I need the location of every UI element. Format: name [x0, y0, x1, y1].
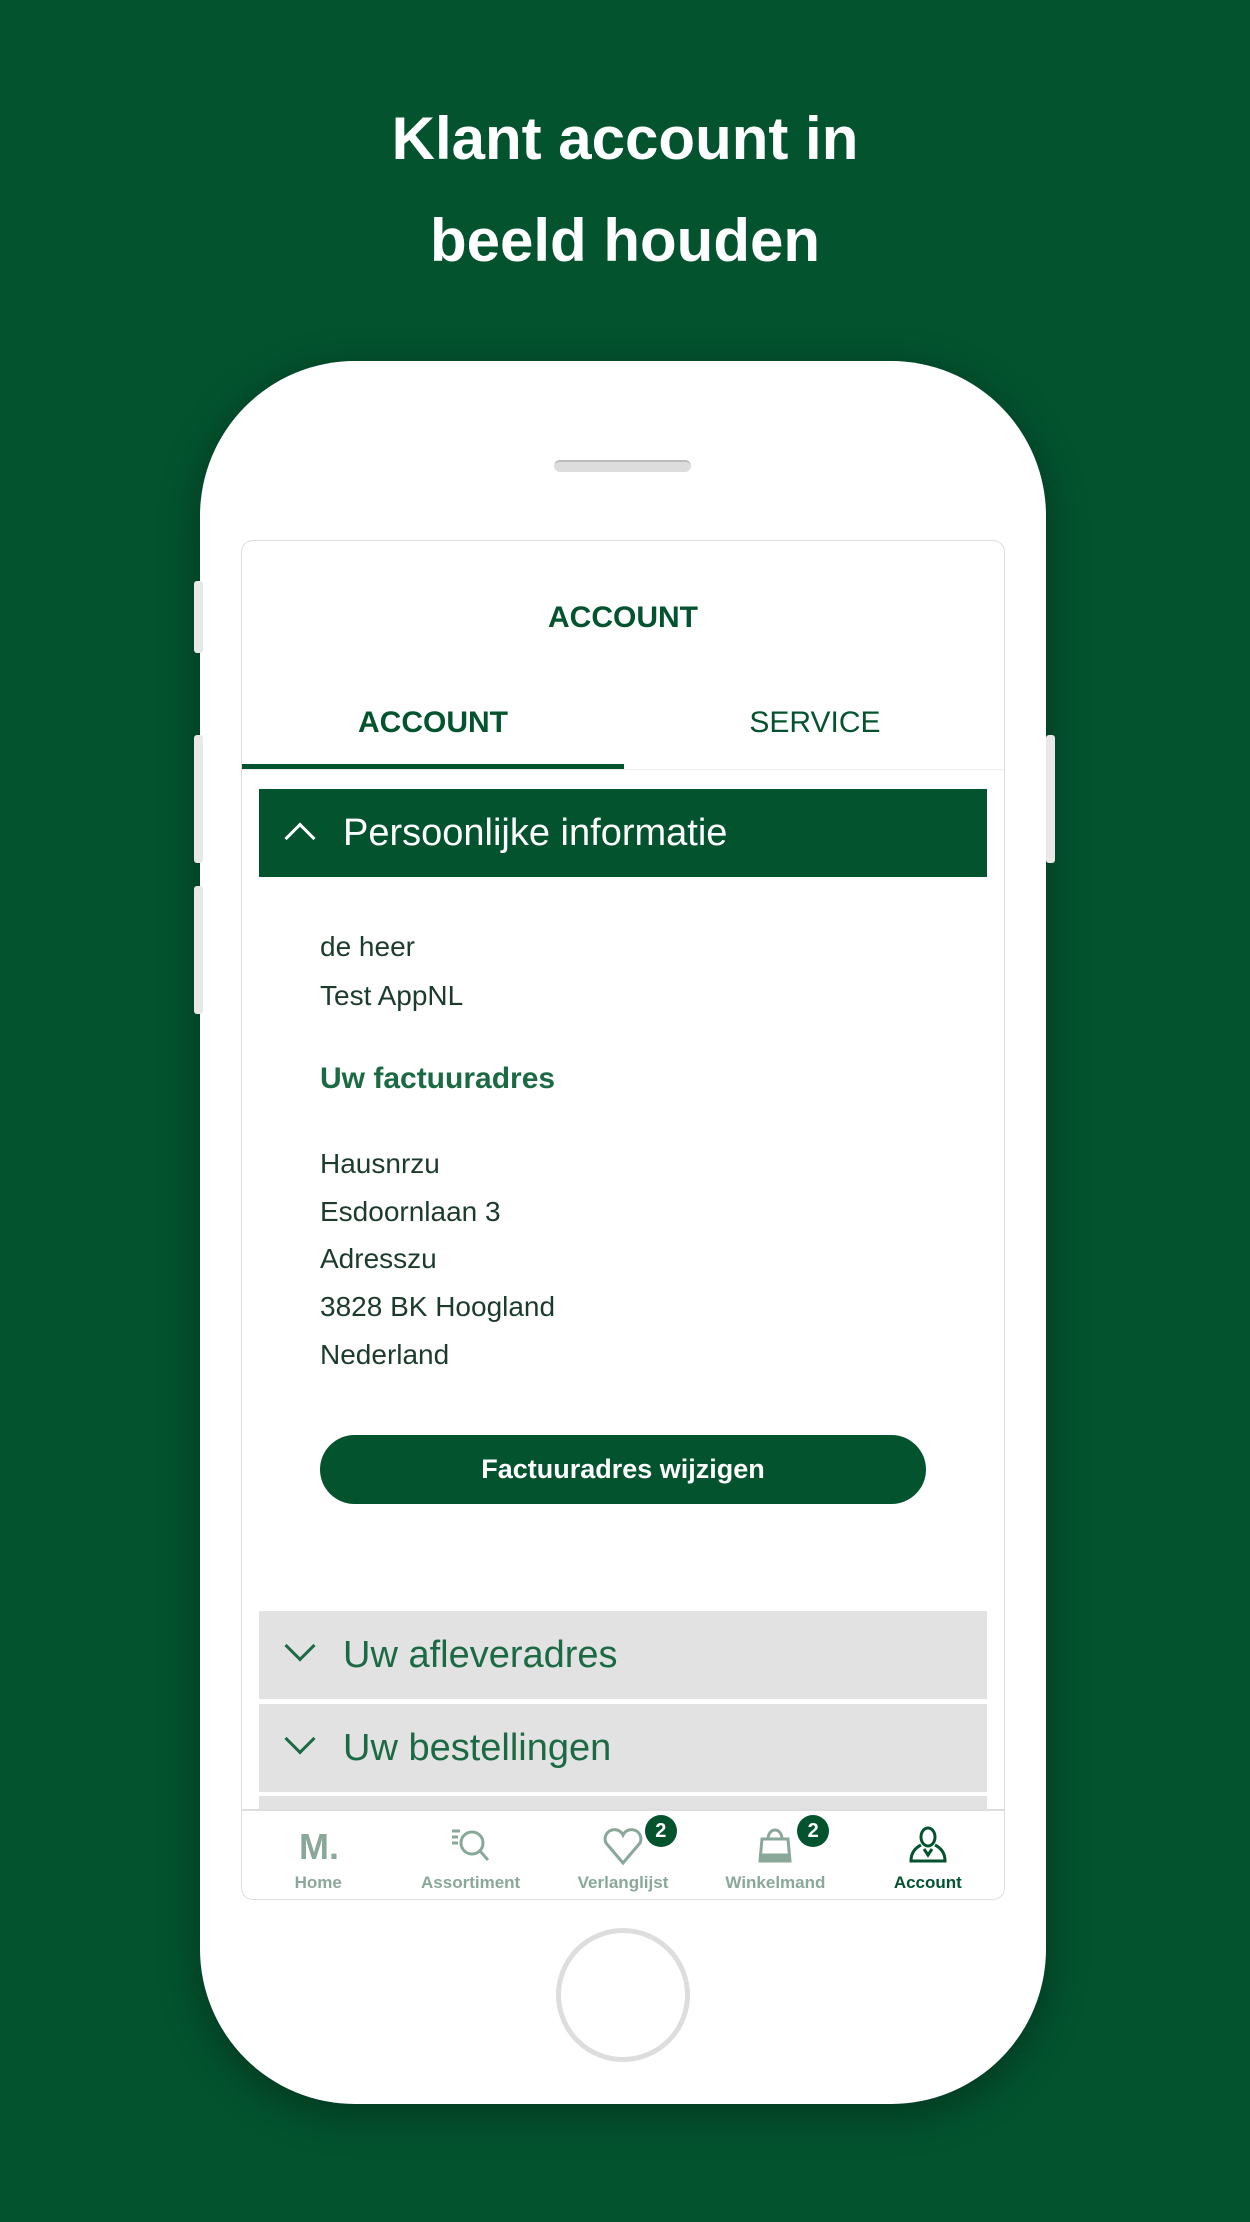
headline-line-2: beeld houden: [430, 207, 820, 274]
m-logo-icon: M.: [299, 1826, 339, 1867]
accordion-delivery-address[interactable]: Uw afleveradres: [259, 1611, 987, 1699]
heart-icon: [603, 1828, 643, 1866]
nav-label: Verlanglijst: [577, 1873, 669, 1892]
nav-winkelmand[interactable]: 2 Winkelmand: [699, 1811, 851, 1899]
address-line: Esdoornlaan 3: [320, 1196, 501, 1227]
phone-home-button[interactable]: [556, 1928, 690, 2062]
headline: Klant account in beeld houden: [0, 88, 1250, 292]
accordion-orders[interactable]: Uw bestellingen: [259, 1704, 987, 1792]
phone-mute-switch: [194, 581, 203, 653]
user-icon: [909, 1826, 947, 1863]
active-tab-indicator: [242, 764, 624, 769]
address-line: Hausnrzu: [320, 1148, 440, 1179]
nav-assortiment[interactable]: Assortiment: [394, 1811, 546, 1899]
nav-label: Home: [294, 1873, 342, 1892]
customer-name: Test AppNL: [320, 980, 464, 1011]
page-title: ACCOUNT: [548, 601, 698, 634]
phone-speaker: [554, 460, 691, 472]
cart-badge: 2: [797, 1815, 830, 1847]
nav-verlanglijst[interactable]: 2 Verlanglijst: [547, 1811, 699, 1899]
tab-service[interactable]: SERVICE: [624, 706, 1004, 740]
nav-home[interactable]: M. Home: [242, 1811, 394, 1899]
accordion-personal-info[interactable]: Persoonlijke informatie: [259, 789, 987, 877]
billing-title: Uw factuuradres: [320, 1062, 556, 1095]
accordion-title: Uw bestellingen: [343, 1726, 612, 1769]
phone-volume-up: [194, 735, 203, 863]
phone-volume-down: [194, 886, 203, 1014]
tab-account[interactable]: ACCOUNT: [242, 706, 624, 740]
wishlist-badge: 2: [644, 1815, 677, 1847]
accordion-title: Uw afleveradres: [343, 1633, 618, 1676]
nav-label: Winkelmand: [725, 1873, 826, 1892]
svg-text:M.: M.: [299, 1826, 339, 1867]
headline-line-1: Klant account in: [391, 105, 859, 172]
accordion-title: Persoonlijke informatie: [343, 811, 728, 854]
chevron-up-icon: [284, 822, 316, 854]
nav-label: Assortiment: [421, 1873, 521, 1892]
app-screen: ACCOUNT ACCOUNT SERVICE Persoonlijke inf…: [241, 540, 1005, 1900]
nav-account[interactable]: Account: [852, 1811, 1004, 1899]
phone-power-button: [1046, 735, 1055, 863]
chevron-down-icon: [284, 1723, 316, 1755]
search-list-icon: [451, 1829, 489, 1861]
tab-divider: [242, 769, 1004, 770]
chevron-down-icon: [284, 1630, 316, 1662]
salutation: de heer: [320, 931, 415, 962]
address-line: Nederland: [320, 1339, 450, 1370]
address-line: 3828 BK Hoogland: [320, 1291, 556, 1322]
bottom-nav: M. Home Assortiment 2 Verlanglijst 2 Win…: [242, 1809, 1004, 1899]
nav-label: Account: [893, 1873, 962, 1892]
change-billing-address-button[interactable]: Factuuradres wijzigen: [320, 1435, 926, 1504]
address-line: Adresszu: [320, 1243, 437, 1274]
bag-icon: [758, 1828, 793, 1863]
